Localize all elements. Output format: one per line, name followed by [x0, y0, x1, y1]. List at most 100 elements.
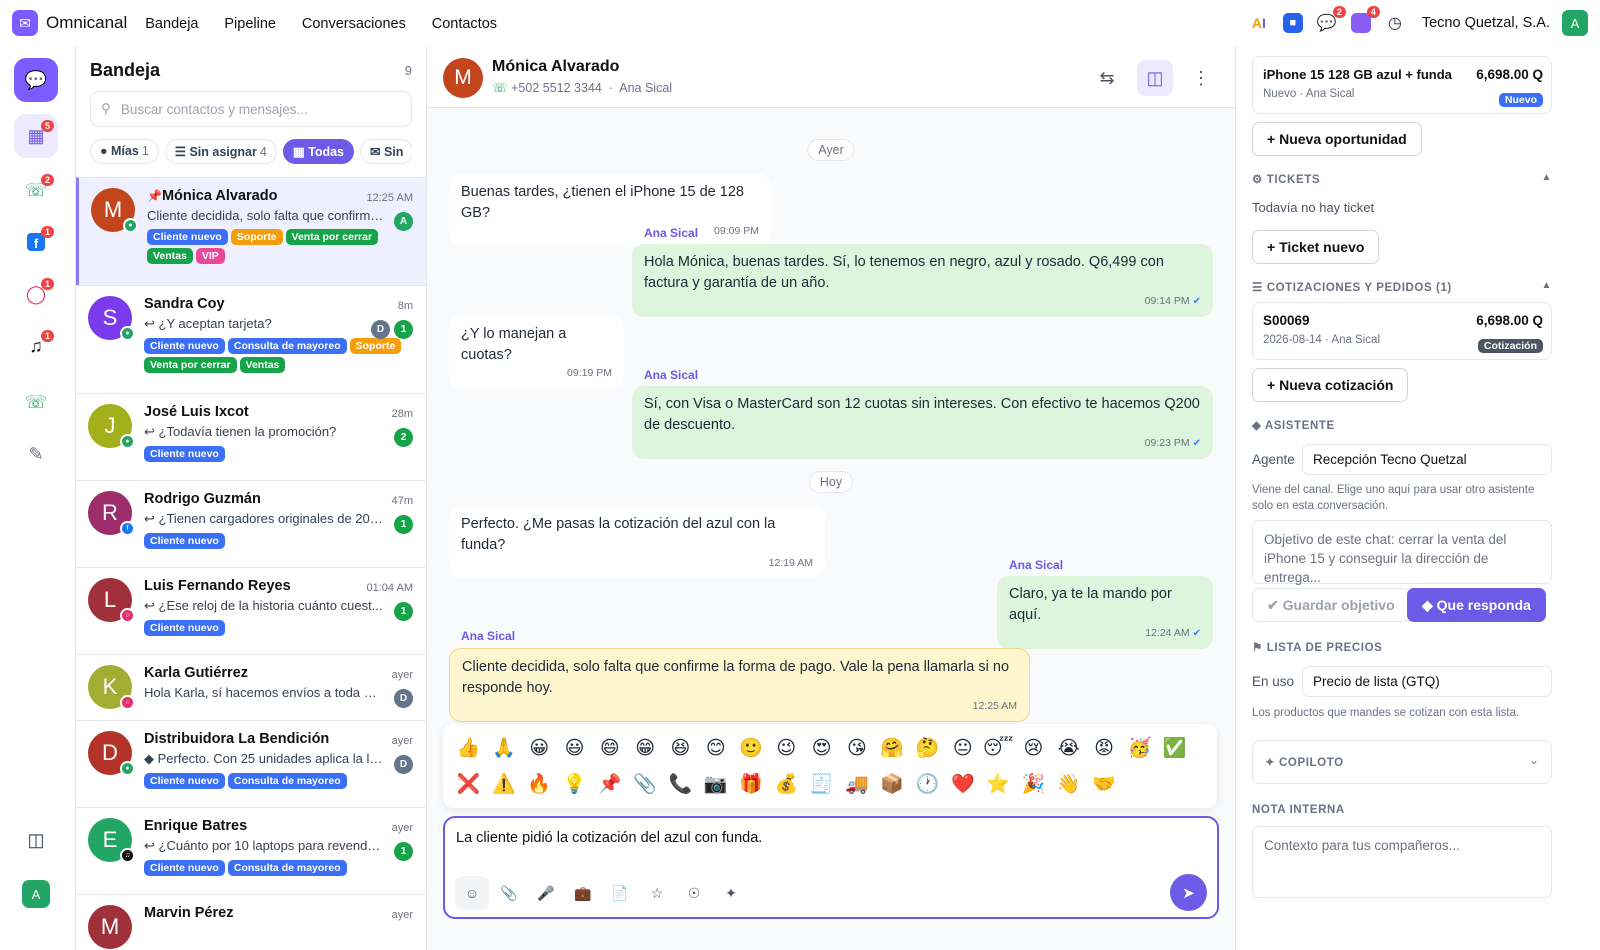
inbox-icon[interactable]: 4 — [1350, 6, 1380, 34]
support-icon[interactable]: ☉ — [677, 876, 711, 910]
emoji-option[interactable]: 💡 — [557, 766, 592, 801]
conversation-item[interactable]: D ● Distribuidora La Bendición ayer ◆ Per… — [76, 720, 426, 807]
conversation-item[interactable]: L ○ Luis Fernando Reyes 01:04 AM ↩ ¿Ese r… — [76, 567, 426, 654]
organization-name[interactable]: Tecno Quetzal, S.A. — [1422, 15, 1550, 31]
instagram-icon[interactable]: ◯ 1 — [14, 272, 58, 316]
more-options-icon[interactable]: ⋮ — [1183, 60, 1219, 96]
agent-select[interactable]: Recepción Tecno Quetzal — [1302, 444, 1552, 475]
emoji-option[interactable]: 🙂 — [733, 730, 768, 765]
facebook-icon[interactable]: f1 — [14, 220, 58, 264]
compose-icon[interactable]: ✎ — [14, 432, 58, 476]
emoji-option[interactable]: 💰 — [769, 766, 804, 801]
transfer-icon[interactable]: ⇆ — [1089, 60, 1125, 96]
emoji-option[interactable]: 😭 — [1051, 730, 1086, 765]
nav-bandeja[interactable]: Bandeja — [145, 16, 198, 32]
nav-conversaciones[interactable]: Conversaciones — [302, 16, 406, 32]
send-button[interactable]: ➤ — [1170, 874, 1207, 911]
emoji-option[interactable]: 🎉 — [1016, 766, 1051, 801]
emoji-option[interactable]: ✅ — [1157, 730, 1192, 765]
emoji-option[interactable]: 📌 — [592, 766, 627, 801]
emoji-option[interactable]: 😉 — [769, 730, 804, 765]
filter-mias[interactable]: ● Mías 1 — [90, 139, 159, 164]
whatsapp-alt-icon[interactable]: ☏ — [14, 380, 58, 424]
new-ticket-button[interactable]: + Ticket nuevo — [1252, 230, 1380, 264]
emoji-option[interactable]: 👍 — [451, 730, 486, 765]
message-composer[interactable]: La cliente pidió la cotización del azul … — [443, 816, 1219, 919]
chat-app-icon[interactable]: 💬 — [14, 58, 58, 102]
conversation-item[interactable]: S ● Sandra Coy 8m ↩ ¿Y aceptan tarjeta? D… — [76, 285, 426, 393]
nav-contactos[interactable]: Contactos — [432, 16, 497, 32]
emoji-option[interactable]: 🕐 — [910, 766, 945, 801]
conversation-item[interactable]: E ♫ Enrique Batres ayer ↩ ¿Cuánto por 10 … — [76, 807, 426, 894]
split-view-icon[interactable]: ◫ — [1137, 60, 1173, 96]
composer-text[interactable]: La cliente pidió la cotización del azul … — [456, 830, 762, 846]
opportunity-card[interactable]: iPhone 15 128 GB azul + funda 6,698.00 Q… — [1252, 56, 1552, 114]
emoji-option[interactable]: 🤗 — [875, 730, 910, 765]
emoji-option[interactable]: 😄 — [592, 730, 627, 765]
filter-sin-asignar[interactable]: ☰ Sin asignar 4 — [164, 139, 277, 164]
messages-icon[interactable]: 💬 2 — [1316, 6, 1346, 34]
emoji-option[interactable]: 👋 — [1051, 766, 1086, 801]
emoji-option[interactable]: ❌ — [451, 766, 486, 801]
quotes-header[interactable]: ☰ COTIZACIONES Y PEDIDOS (1) ▲ — [1252, 280, 1552, 294]
emoji-option[interactable]: 🚚 — [839, 766, 874, 801]
user-avatar[interactable]: A — [1562, 10, 1588, 36]
clock-icon[interactable]: ◷ — [1384, 12, 1406, 34]
chat-widget-icon[interactable]: ■ — [1282, 12, 1304, 34]
copilot-section[interactable]: ✦ COPILOTO ⌄ — [1252, 740, 1552, 784]
emoji-option[interactable]: 😆 — [663, 730, 698, 765]
nav-pipeline[interactable]: Pipeline — [224, 16, 276, 32]
quote-card[interactable]: S00069 6,698.00 Q 2026-08-14 · Ana Sical… — [1252, 302, 1552, 360]
emoji-option[interactable]: 🎁 — [733, 766, 768, 801]
tiktok-icon[interactable]: ♫ 1 — [14, 324, 58, 368]
attachment-icon[interactable]: 📎 — [492, 876, 526, 910]
emoji-option[interactable]: 😀 — [522, 730, 557, 765]
emoji-option[interactable]: 📦 — [875, 766, 910, 801]
document-icon[interactable]: 📄 — [603, 876, 637, 910]
emoji-option[interactable]: 😃 — [557, 730, 592, 765]
emoji-option[interactable]: ⭐ — [980, 766, 1015, 801]
emoji-option[interactable]: ⚠️ — [486, 766, 521, 801]
rail-user-avatar[interactable]: A — [14, 872, 58, 916]
new-opportunity-button[interactable]: + Nueva oportunidad — [1252, 122, 1422, 156]
conversation-item[interactable]: J ● José Luis Ixcot 28m ↩ ¿Todavía tienen… — [76, 393, 426, 480]
emoji-option[interactable]: 😁 — [627, 730, 662, 765]
emoji-option[interactable]: 🧾 — [804, 766, 839, 801]
layout-toggle-icon[interactable]: ◫ — [14, 818, 58, 862]
search-input[interactable]: ⚲ Buscar contactos y mensajes... — [90, 91, 412, 127]
pricelist-select[interactable]: Precio de lista (GTQ) — [1302, 666, 1552, 697]
app-logo-icon[interactable]: ✉ — [12, 10, 38, 36]
emoji-option[interactable]: 🔥 — [522, 766, 557, 801]
emoji-option[interactable]: 📷 — [698, 766, 733, 801]
emoji-option[interactable]: 😊 — [698, 730, 733, 765]
conversation-item[interactable]: K ○ Karla Gutiérrez ayer Hola Karla, sí h… — [76, 654, 426, 720]
dashboard-icon[interactable]: ▦ 5 — [14, 114, 58, 158]
emoji-option[interactable]: 🤝 — [1086, 766, 1121, 801]
conversation-item[interactable]: Rf Rodrigo Guzmán 47m ↩ ¿Tienen cargador… — [76, 480, 426, 567]
emoji-option[interactable]: 📞 — [663, 766, 698, 801]
tickets-header[interactable]: ⚙ TICKETS ▲ — [1252, 172, 1552, 186]
whatsapp-icon[interactable]: ☏ 2 — [14, 168, 58, 212]
product-icon[interactable]: 💼 — [566, 876, 600, 910]
emoji-option[interactable]: ❤️ — [945, 766, 980, 801]
internal-note-textarea[interactable]: Contexto para tus compañeros... — [1252, 826, 1552, 898]
emoji-option[interactable]: 😴 — [980, 730, 1015, 765]
star-icon[interactable]: ☆ — [640, 876, 674, 910]
conversation-item[interactable]: M ● 📌Mónica Alvarado 12:25 AM Cliente dec… — [76, 177, 426, 285]
contact-name[interactable]: Mónica Alvarado — [492, 58, 619, 76]
emoji-option[interactable]: 😡 — [1086, 730, 1121, 765]
emoji-option[interactable]: 😘 — [839, 730, 874, 765]
emoji-option[interactable]: 😍 — [804, 730, 839, 765]
goal-textarea[interactable]: Objetivo de este chat: cerrar la venta d… — [1252, 520, 1552, 585]
new-quote-button[interactable]: + Nueva cotización — [1252, 368, 1409, 402]
magic-wand-icon[interactable]: ✦ — [714, 876, 748, 910]
microphone-icon[interactable]: 🎤 — [529, 876, 563, 910]
emoji-icon[interactable]: ☺ — [455, 876, 489, 910]
filter-sin[interactable]: ✉ Sin — [360, 139, 412, 164]
emoji-option[interactable]: 😢 — [1016, 730, 1051, 765]
conversation-item[interactable]: M Marvin Pérez ayer — [76, 894, 426, 950]
emoji-option[interactable]: 🥳 — [1122, 730, 1157, 765]
respond-button[interactable]: ◆ Que responda — [1407, 588, 1546, 622]
filter-todas[interactable]: ▦ Todas — [282, 139, 354, 164]
emoji-option[interactable]: 🙏 — [486, 730, 521, 765]
